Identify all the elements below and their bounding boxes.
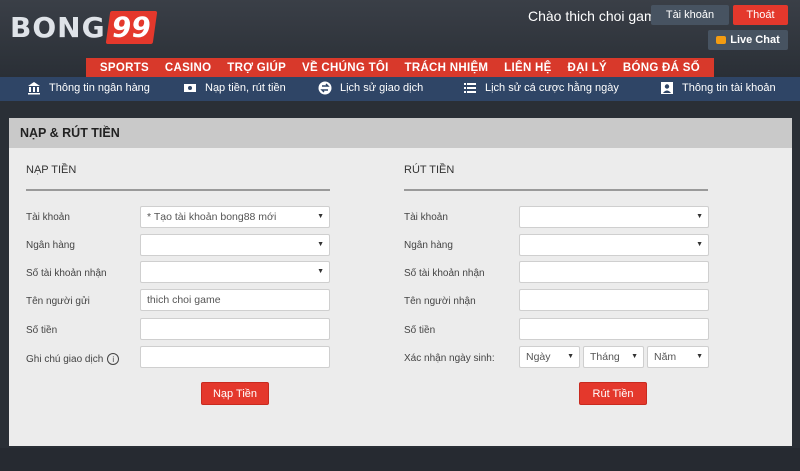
logout-button[interactable]: Thoát: [733, 5, 788, 25]
withdraw-bank-select[interactable]: ▼: [519, 234, 709, 256]
subnav-item-account-info[interactable]: Thông tin tài khoản: [660, 81, 776, 95]
subnav-item-deposit-withdraw[interactable]: Nạp tiền, rút tiền: [183, 81, 286, 95]
birth-day-select[interactable]: Ngày ▼: [519, 346, 580, 368]
subnav-item-transaction-history[interactable]: Lịch sử giao dịch: [318, 81, 423, 95]
subnav-item-bet-history[interactable]: Lịch sử cá cược hằng ngày: [463, 81, 619, 95]
subnav-item-bank-info[interactable]: Thông tin ngân hàng: [27, 81, 150, 95]
user-icon: [661, 82, 673, 94]
nav-item-contact[interactable]: LIÊN HỆ: [504, 62, 551, 74]
deposit-account-label: Tài khoản: [26, 212, 70, 223]
birth-year-select[interactable]: Năm ▼: [647, 346, 709, 368]
deposit-account-select[interactable]: * Tạo tài khoản bong88 mới ▼: [140, 206, 330, 228]
bottom-bar: [0, 448, 800, 471]
withdraw-bank-label: Ngân hàng: [404, 240, 453, 251]
chevron-down-icon: ▼: [696, 213, 703, 220]
deposit-title: NẠP TIỀN: [26, 164, 77, 176]
logo-number: 99: [105, 10, 157, 44]
deposit-bank-label: Ngân hàng: [26, 240, 75, 251]
subnav-label: Thông tin tài khoản: [682, 82, 776, 94]
deposit-sender-input[interactable]: thich choi game: [140, 289, 330, 311]
withdraw-receive-account-label: Số tài khoản nhận: [404, 268, 485, 279]
deposit-receive-account-select[interactable]: ▼: [140, 261, 330, 283]
account-subnav: Thông tin ngân hàng Nạp tiền, rút tiền L…: [0, 77, 800, 101]
chevron-down-icon: ▼: [317, 241, 324, 248]
birth-year-value: Năm: [654, 351, 677, 363]
birth-day-value: Ngày: [526, 351, 551, 363]
live-chat-button[interactable]: Live Chat: [708, 30, 788, 50]
withdraw-receiver-input[interactable]: [519, 289, 709, 311]
deposit-note-label: Ghi chú giao dịch: [26, 353, 104, 365]
nav-item-casino[interactable]: CASINO: [165, 62, 212, 74]
nav-item-agent[interactable]: ĐẠI LÝ: [568, 62, 608, 74]
subnav-label: Nạp tiền, rút tiền: [205, 82, 286, 94]
withdraw-birthdate-label: Xác nhận ngày sinh:: [404, 353, 495, 364]
nav-item-responsibility[interactable]: TRÁCH NHIỆM: [405, 62, 489, 74]
subnav-label: Thông tin ngân hàng: [49, 82, 150, 94]
withdraw-amount-input[interactable]: [519, 318, 709, 340]
deposit-amount-input[interactable]: [140, 318, 330, 340]
withdraw-receive-account-input[interactable]: [519, 261, 709, 283]
birth-month-value: Tháng: [590, 351, 620, 363]
logo-text: BONG: [10, 10, 106, 44]
nav-item-help[interactable]: TRỢ GIÚP: [227, 62, 286, 74]
deposit-sender-value: thich choi game: [147, 294, 221, 306]
withdraw-account-label: Tài khoản: [404, 212, 448, 223]
logo[interactable]: BONG 99: [10, 10, 157, 44]
list-icon: [464, 83, 476, 93]
exchange-icon: [318, 81, 332, 95]
subnav-label: Lịch sử giao dịch: [340, 82, 424, 94]
deposit-receive-account-label: Số tài khoản nhận: [26, 268, 107, 279]
deposit-submit-button[interactable]: Nạp Tiền: [201, 382, 269, 405]
chevron-down-icon: ▼: [696, 353, 703, 360]
chevron-down-icon: ▼: [631, 353, 638, 360]
withdraw-amount-label: Số tiền: [404, 325, 436, 336]
info-icon[interactable]: i: [107, 353, 120, 365]
withdraw-title: RÚT TIỀN: [404, 164, 455, 176]
deposit-note-input[interactable]: [140, 346, 330, 368]
birth-month-select[interactable]: Tháng ▼: [583, 346, 644, 368]
chevron-down-icon: ▼: [567, 353, 574, 360]
live-chat-label: Live Chat: [730, 34, 780, 46]
deposit-bank-select[interactable]: ▼: [140, 234, 330, 256]
deposit-amount-label: Số tiền: [26, 325, 58, 336]
deposit-account-value: * Tạo tài khoản bong88 mới: [147, 211, 277, 223]
deposit-withdraw-panel: NẠP & RÚT TIỀN NẠP TIỀN Tài khoản * Tạo …: [9, 118, 792, 446]
money-icon: [184, 84, 196, 92]
bank-icon: [28, 82, 40, 95]
greeting-text: Chào thich choi game: [528, 8, 664, 24]
withdraw-submit-button[interactable]: Rút Tiền: [579, 382, 647, 405]
withdraw-account-select[interactable]: ▼: [519, 206, 709, 228]
nav-item-sports[interactable]: SPORTS: [100, 62, 149, 74]
nav-item-virtual-football[interactable]: BÓNG ĐÁ SỐ: [623, 62, 700, 74]
chevron-down-icon: ▼: [696, 241, 703, 248]
deposit-note-label-row: Ghi chú giao dịch i: [26, 353, 120, 365]
deposit-divider: [26, 189, 330, 191]
chevron-down-icon: ▼: [317, 213, 324, 220]
chat-icon: [716, 36, 727, 44]
withdraw-receiver-label: Tên người nhận: [404, 296, 476, 307]
deposit-sender-label: Tên người gửi: [26, 296, 90, 307]
nav-item-about[interactable]: VỀ CHÚNG TÔI: [302, 62, 389, 74]
panel-title: NẠP & RÚT TIỀN: [9, 118, 792, 148]
main-nav: SPORTS CASINO TRỢ GIÚP VỀ CHÚNG TÔI TRÁC…: [86, 58, 714, 78]
chevron-down-icon: ▼: [317, 268, 324, 275]
account-button[interactable]: Tài khoản: [651, 5, 729, 25]
subnav-label: Lịch sử cá cược hằng ngày: [485, 82, 619, 94]
withdraw-divider: [404, 189, 708, 191]
